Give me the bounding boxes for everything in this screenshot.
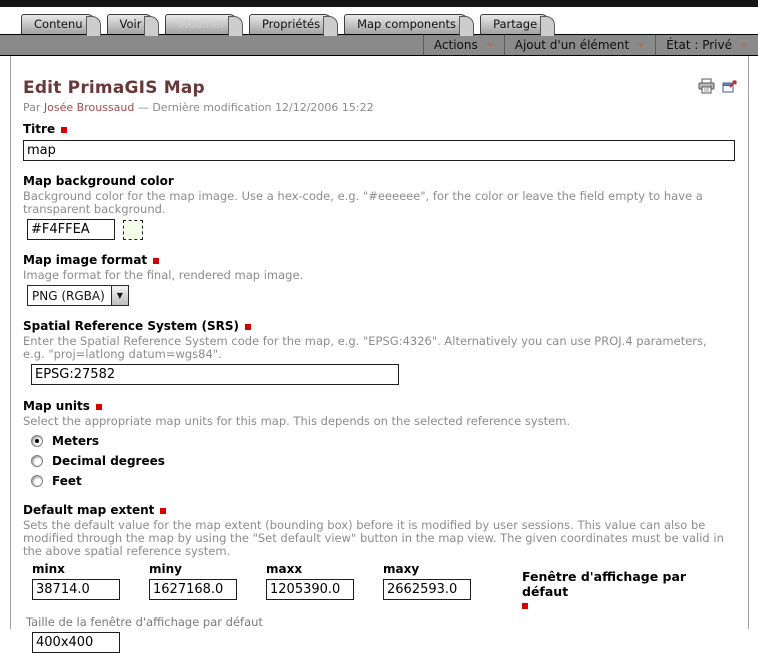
- radio-button-icon[interactable]: [31, 475, 43, 487]
- byline-suffix: — Dernière modification 12/12/2006 15:22: [138, 101, 374, 114]
- srs-description: Enter the Spatial Reference System code …: [23, 335, 731, 361]
- required-marker: [153, 258, 159, 264]
- image-format-label-text: Map image format: [23, 253, 147, 267]
- tab-map-components[interactable]: Map components: [344, 14, 469, 34]
- map-units-description: Select the appropriate map units for thi…: [23, 415, 731, 428]
- titre-label-text: Titre: [23, 122, 55, 136]
- viewport-size-label: Taille de la fenêtre d'affichage par déf…: [26, 615, 734, 629]
- state-menu-label: État : Privé: [666, 38, 732, 52]
- titre-input[interactable]: [23, 140, 735, 161]
- radio-button-icon[interactable]: [31, 435, 43, 447]
- viewport-field: Fenêtre d'affichage par défaut: [522, 569, 734, 609]
- bg-color-label: Map background color: [23, 174, 734, 188]
- image-format-description: Image format for the final, rendered map…: [23, 269, 731, 282]
- chevron-down-icon: [486, 43, 494, 48]
- required-marker: [61, 127, 67, 133]
- author-link[interactable]: Josée Broussaud: [44, 101, 134, 114]
- map-units-radio-group: Meters Decimal degrees Feet: [31, 434, 734, 488]
- tab-proprietes[interactable]: Propriétés: [249, 14, 333, 34]
- viewport-size-input[interactable]: [32, 632, 120, 653]
- bg-color-input[interactable]: [27, 219, 115, 240]
- map-units-label-text: Map units: [23, 399, 90, 413]
- page-title: Edit PrimaGIS Map: [23, 78, 734, 98]
- image-format-selected-value: PNG (RGBA): [28, 286, 111, 305]
- maxx-input[interactable]: [266, 579, 354, 600]
- minx-field: minx: [32, 562, 120, 609]
- color-swatch: [123, 220, 143, 240]
- content-tabs: Contenu Voir Modifier Propriétés Map com…: [21, 14, 550, 34]
- required-marker: [245, 324, 251, 330]
- tab-voir[interactable]: Voir: [107, 14, 155, 34]
- add-item-menu-label: Ajout d'un élément: [515, 38, 629, 52]
- select-dropdown-arrow-icon[interactable]: ▼: [111, 286, 128, 305]
- srs-label: Spatial Reference System (SRS): [23, 319, 734, 333]
- bg-color-description: Background color for the map image. Use …: [23, 190, 731, 216]
- required-marker: [522, 603, 528, 609]
- action-bar: Actions Ajout d'un élément État : Privé: [0, 34, 758, 56]
- viewport-label: Fenêtre d'affichage par défaut: [522, 569, 734, 599]
- minx-input[interactable]: [32, 579, 120, 600]
- radio-label: Decimal degrees: [52, 454, 165, 468]
- extent-label-text: Default map extent: [23, 503, 154, 517]
- maxx-field: maxx: [266, 562, 354, 609]
- chevron-down-icon: [637, 43, 645, 48]
- maxy-input[interactable]: [383, 579, 471, 600]
- document-actions: [698, 78, 738, 94]
- miny-field: miny: [149, 562, 237, 609]
- minx-label: minx: [32, 562, 120, 576]
- image-format-label: Map image format: [23, 253, 734, 267]
- maxy-label: maxy: [383, 562, 471, 576]
- actions-menu[interactable]: Actions: [423, 35, 504, 55]
- actions-menu-label: Actions: [434, 38, 478, 52]
- radio-button-icon[interactable]: [31, 455, 43, 467]
- maxy-field: maxy: [383, 562, 471, 609]
- titre-label: Titre: [23, 122, 734, 136]
- top-black-bar: [0, 0, 758, 7]
- add-item-menu[interactable]: Ajout d'un élément: [504, 35, 655, 55]
- required-marker: [160, 508, 166, 514]
- tab-partage[interactable]: Partage: [480, 14, 550, 34]
- image-format-select[interactable]: PNG (RGBA) ▼: [27, 285, 129, 306]
- maxx-label: maxx: [266, 562, 354, 576]
- tab-contenu[interactable]: Contenu: [21, 14, 96, 34]
- required-marker: [96, 404, 102, 410]
- radio-option-feet[interactable]: Feet: [31, 474, 734, 488]
- srs-label-text: Spatial Reference System (SRS): [23, 319, 239, 333]
- edit-form: Edit PrimaGIS Map Par Josée Broussaud — …: [10, 56, 749, 629]
- radio-option-meters[interactable]: Meters: [31, 434, 734, 448]
- extent-label: Default map extent: [23, 503, 734, 517]
- byline-prefix: Par: [23, 101, 40, 114]
- radio-option-decimal-degrees[interactable]: Decimal degrees: [31, 454, 734, 468]
- state-menu[interactable]: État : Privé: [655, 35, 758, 55]
- map-units-label: Map units: [23, 399, 734, 413]
- miny-input[interactable]: [149, 579, 237, 600]
- byline: Par Josée Broussaud — Dernière modificat…: [23, 101, 734, 114]
- expand-window-icon[interactable]: [722, 78, 738, 94]
- printer-icon[interactable]: [698, 78, 715, 94]
- chevron-down-icon: [740, 43, 748, 48]
- miny-label: miny: [149, 562, 237, 576]
- srs-input[interactable]: [31, 364, 399, 385]
- tab-modifier[interactable]: Modifier: [165, 14, 238, 34]
- radio-label: Meters: [52, 434, 99, 448]
- radio-label: Feet: [52, 474, 82, 488]
- extent-description: Sets the default value for the map exten…: [23, 519, 731, 558]
